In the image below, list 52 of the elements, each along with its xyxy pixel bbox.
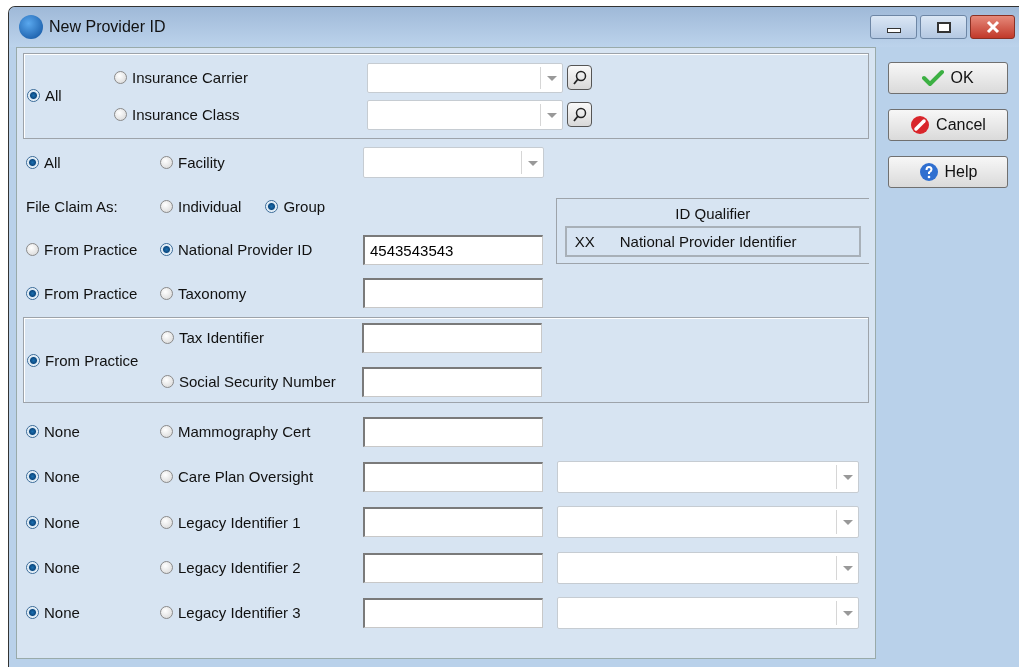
ok-button[interactable]: OK: [888, 62, 1008, 94]
no-entry-icon: [910, 115, 931, 135]
qualifier-row[interactable]: XX National Provider Identifier: [564, 226, 861, 257]
maximize-button[interactable]: [920, 15, 967, 39]
close-icon: [984, 20, 1001, 34]
radio-button[interactable]: Group: [265, 197, 326, 215]
input-field[interactable]: [363, 461, 543, 492]
radio-button[interactable]: Insurance Carrier: [114, 69, 367, 86]
radio-button[interactable]: All: [27, 87, 62, 104]
radio-button[interactable]: Care Plan Oversight: [160, 468, 314, 486]
radio-button[interactable]: Taxonomy: [160, 284, 247, 302]
search-icon: [571, 106, 588, 123]
radio-button[interactable]: From Practice: [26, 284, 138, 302]
radio-button[interactable]: Mammography Cert: [160, 423, 311, 441]
checkmark-icon: [922, 69, 945, 87]
radio-button[interactable]: Facility: [160, 154, 225, 172]
input-field[interactable]: 4543543543: [363, 234, 543, 265]
search-icon: [571, 69, 588, 86]
window-title: New Provider ID: [49, 18, 166, 36]
search-button[interactable]: [567, 65, 592, 90]
radio-button[interactable]: None: [26, 559, 80, 577]
panel-title: ID Qualifier: [674, 205, 752, 222]
cancel-button[interactable]: Cancel: [888, 109, 1008, 141]
radio-button[interactable]: None: [26, 423, 80, 441]
minimize-button[interactable]: [870, 15, 917, 39]
input-field[interactable]: [363, 597, 543, 628]
input-field[interactable]: [363, 507, 543, 538]
input-field[interactable]: [363, 552, 543, 583]
radio-button[interactable]: Legacy Identifier 1: [160, 513, 301, 531]
radio-button[interactable]: Legacy Identifier 3: [160, 604, 301, 622]
input-field[interactable]: [362, 367, 542, 397]
field-label: File Claim As:: [26, 197, 118, 215]
help-button[interactable]: Help: [888, 156, 1008, 188]
radio-button[interactable]: All: [26, 154, 61, 172]
input-field[interactable]: [362, 323, 542, 353]
close-button[interactable]: [970, 15, 1015, 39]
radio-button[interactable]: Insurance Class: [114, 106, 367, 123]
radio-button[interactable]: Social Security Number: [161, 373, 336, 390]
app-logo-icon: [19, 15, 43, 39]
radio-button[interactable]: Individual: [160, 197, 242, 215]
radio-button[interactable]: From Practice: [26, 241, 138, 259]
input-field[interactable]: [363, 416, 543, 447]
help-icon: [918, 162, 939, 182]
radio-button[interactable]: None: [26, 513, 80, 531]
radio-button[interactable]: Tax Identifier: [161, 329, 265, 346]
radio-button[interactable]: None: [26, 604, 80, 622]
radio-button[interactable]: None: [26, 468, 80, 486]
search-button[interactable]: [567, 102, 592, 127]
radio-button[interactable]: National Provider ID: [160, 241, 313, 259]
radio-button[interactable]: Legacy Identifier 2: [160, 559, 301, 577]
input-field[interactable]: [363, 278, 543, 309]
radio-button[interactable]: From Practice: [27, 351, 139, 369]
